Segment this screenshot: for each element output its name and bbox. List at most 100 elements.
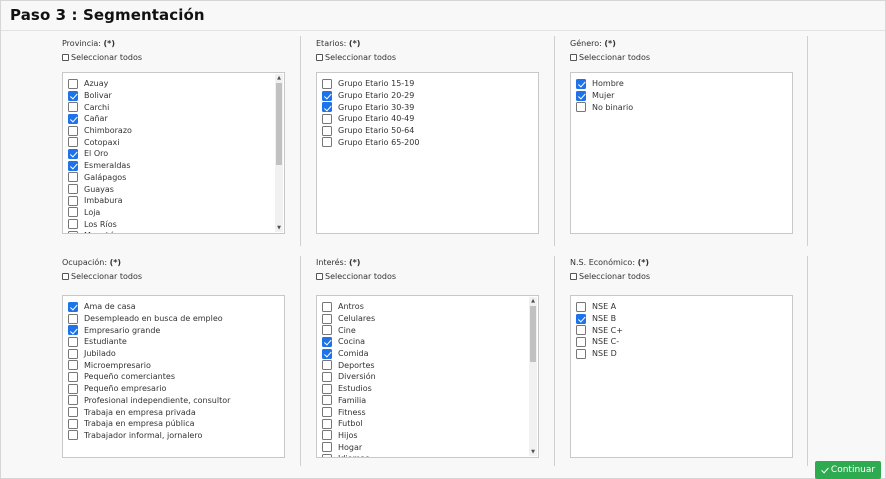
list-item[interactable]: Empresario grande [68, 324, 270, 336]
checkbox-checked[interactable] [68, 90, 78, 101]
checkbox-checked[interactable] [68, 325, 78, 336]
list-item[interactable]: Trabaja en empresa privada [68, 406, 270, 418]
select-all-checkbox[interactable] [316, 54, 323, 61]
checkbox[interactable] [322, 395, 332, 406]
list-provincia[interactable]: Azuay Bolivar Carchi Cañar Chimborazo Cotopax… [62, 72, 285, 234]
checkbox[interactable] [576, 348, 586, 359]
list-item[interactable]: Cine [322, 324, 524, 336]
checkbox[interactable] [322, 113, 332, 124]
checkbox-checked[interactable] [68, 113, 78, 124]
list-item[interactable]: NSE D [576, 348, 778, 360]
list-ocupacion[interactable]: Ama de casa Desempleado en busca de emple… [62, 295, 285, 458]
list-item[interactable]: NSE B [576, 313, 778, 325]
select-all-genero[interactable]: Seleccionar todos [570, 53, 650, 62]
checkbox[interactable] [68, 371, 78, 382]
list-item[interactable]: Galápagos [68, 172, 270, 184]
select-all-checkbox[interactable] [570, 273, 577, 280]
checkbox-checked[interactable] [576, 313, 586, 324]
list-genero[interactable]: Hombre Mujer No binario [570, 72, 793, 234]
scroll-up-icon[interactable]: ▲ [529, 297, 537, 305]
select-all-ocupacion[interactable]: Seleccionar todos [62, 272, 142, 281]
list-item[interactable]: Carchi [68, 101, 270, 113]
continue-button[interactable]: Continuar [815, 461, 881, 479]
checkbox[interactable] [68, 313, 78, 324]
select-all-provincia[interactable]: Seleccionar todos [62, 53, 142, 62]
checkbox[interactable] [322, 325, 332, 336]
checkbox[interactable] [322, 371, 332, 382]
list-item[interactable]: Ama de casa [68, 301, 270, 313]
list-item[interactable]: Futbol [322, 418, 524, 430]
checkbox-checked[interactable] [322, 102, 332, 113]
list-item[interactable]: Pequeño comerciantes [68, 371, 270, 383]
checkbox[interactable] [322, 442, 332, 453]
list-item[interactable]: Cotopaxi [68, 136, 270, 148]
checkbox[interactable] [322, 407, 332, 418]
list-etarios[interactable]: Grupo Etario 15-19 Grupo Etario 20-29 Grup… [316, 72, 539, 234]
list-item[interactable]: Diversión [322, 371, 524, 383]
list-item[interactable]: Desempleado en busca de empleo [68, 313, 270, 325]
list-item[interactable]: Estudios [322, 383, 524, 395]
checkbox[interactable] [322, 137, 332, 148]
select-all-etarios[interactable]: Seleccionar todos [316, 53, 396, 62]
list-item[interactable]: Profesional independiente, consultor [68, 395, 270, 407]
list-item[interactable]: Jubilado [68, 348, 270, 360]
scrollbar[interactable]: ▲ ▼ [529, 297, 537, 456]
checkbox[interactable] [68, 172, 78, 183]
checkbox[interactable] [576, 336, 586, 347]
checkbox[interactable] [68, 418, 78, 429]
checkbox[interactable] [68, 430, 78, 441]
checkbox[interactable] [68, 360, 78, 371]
list-item[interactable]: Guayas [68, 183, 270, 195]
checkbox[interactable] [576, 325, 586, 336]
checkbox[interactable] [322, 360, 332, 371]
list-item[interactable]: Idiomas [322, 453, 524, 457]
list-item[interactable]: Trabajador informal, jornalero [68, 430, 270, 442]
checkbox[interactable] [68, 336, 78, 347]
list-item[interactable]: Celulares [322, 313, 524, 325]
list-item[interactable]: Pequeño empresario [68, 383, 270, 395]
checkbox[interactable] [322, 418, 332, 429]
list-item[interactable]: Esmeraldas [68, 160, 270, 172]
list-item[interactable]: NSE A [576, 301, 778, 313]
checkbox-checked[interactable] [322, 336, 332, 347]
checkbox[interactable] [68, 230, 78, 233]
list-item[interactable]: Antros [322, 301, 524, 313]
select-all-checkbox[interactable] [62, 54, 69, 61]
scroll-up-icon[interactable]: ▲ [275, 74, 283, 82]
list-item[interactable]: Familia [322, 395, 524, 407]
list-item[interactable]: Hogar [322, 441, 524, 453]
list-item[interactable]: Bolivar [68, 90, 270, 102]
scroll-thumb[interactable] [530, 306, 536, 362]
select-all-nse[interactable]: Seleccionar todos [570, 272, 650, 281]
list-item[interactable]: Microempresario [68, 359, 270, 371]
list-item[interactable]: Loja [68, 207, 270, 219]
scroll-thumb[interactable] [276, 83, 282, 165]
checkbox[interactable] [68, 395, 78, 406]
select-all-checkbox[interactable] [570, 54, 577, 61]
list-item[interactable]: Grupo Etario 50-64 [322, 125, 524, 137]
checkbox-checked[interactable] [68, 160, 78, 171]
list-item[interactable]: Comida [322, 348, 524, 360]
list-item[interactable]: Grupo Etario 30-39 [322, 101, 524, 113]
list-item[interactable]: Chimborazo [68, 125, 270, 137]
checkbox[interactable] [68, 102, 78, 113]
list-item[interactable]: NSE C- [576, 336, 778, 348]
checkbox[interactable] [322, 453, 332, 457]
list-item[interactable]: Grupo Etario 40-49 [322, 113, 524, 125]
select-all-checkbox[interactable] [316, 273, 323, 280]
list-item[interactable]: Azuay [68, 78, 270, 90]
checkbox[interactable] [68, 195, 78, 206]
list-item[interactable]: Cañar [68, 113, 270, 125]
list-item[interactable]: No binario [576, 101, 778, 113]
checkbox[interactable] [68, 78, 78, 89]
checkbox[interactable] [68, 348, 78, 359]
checkbox[interactable] [68, 125, 78, 136]
checkbox[interactable] [322, 313, 332, 324]
checkbox[interactable] [68, 184, 78, 195]
checkbox[interactable] [68, 137, 78, 148]
checkbox[interactable] [68, 219, 78, 230]
list-item[interactable]: Mujer [576, 90, 778, 102]
scrollbar[interactable]: ▲ ▼ [275, 74, 283, 232]
scroll-down-icon[interactable]: ▼ [529, 448, 537, 456]
checkbox-checked[interactable] [576, 90, 586, 101]
